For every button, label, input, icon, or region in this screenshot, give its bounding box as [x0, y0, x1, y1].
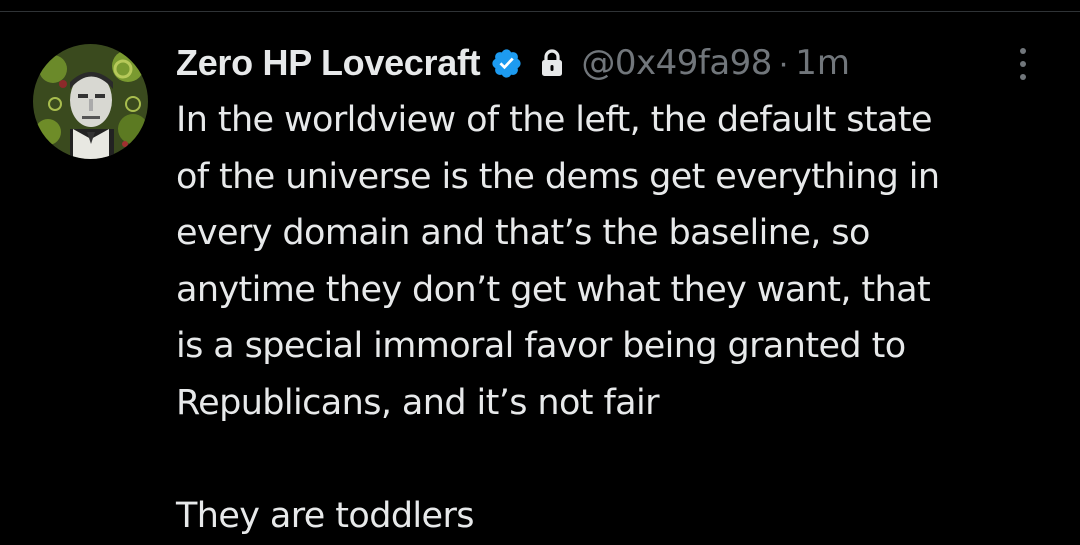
- lock-icon: [539, 48, 565, 78]
- avatar-image: [33, 44, 148, 159]
- more-options-icon[interactable]: [1008, 44, 1038, 84]
- top-divider: [0, 0, 1080, 12]
- verified-badge-icon[interactable]: [490, 47, 523, 80]
- tweet-text: In the worldview of the left, the defaul…: [176, 92, 1056, 544]
- tweet-text-line: In the worldview of the left, the defaul…: [176, 100, 933, 140]
- tweet-text-line: anytime they don’t get what they want, t…: [176, 269, 931, 310]
- more-dot: [1020, 48, 1026, 54]
- tweet-text-line: every domain and that’s the baseline, so: [176, 213, 870, 253]
- tweet-text-line: Republicans, and it’s not fair: [176, 382, 660, 423]
- timestamp[interactable]: 1m: [795, 43, 850, 83]
- author-display-name[interactable]: Zero HP Lovecraft: [176, 42, 481, 84]
- author-handle[interactable]: @0x49fa98: [581, 43, 772, 83]
- tweet-text-line: of the universe is the dems get everythi…: [176, 156, 940, 197]
- tweet-header: Zero HP Lovecraft @0x49fa98 · 1m: [176, 40, 850, 86]
- tweet-text-line: They are toddlers: [176, 495, 475, 536]
- avatar[interactable]: [33, 44, 148, 159]
- tweet-text-line: is a special immoral favor being granted…: [176, 326, 906, 366]
- separator-dot: ·: [777, 43, 790, 82]
- more-dot: [1020, 61, 1026, 67]
- more-dot: [1020, 74, 1026, 80]
